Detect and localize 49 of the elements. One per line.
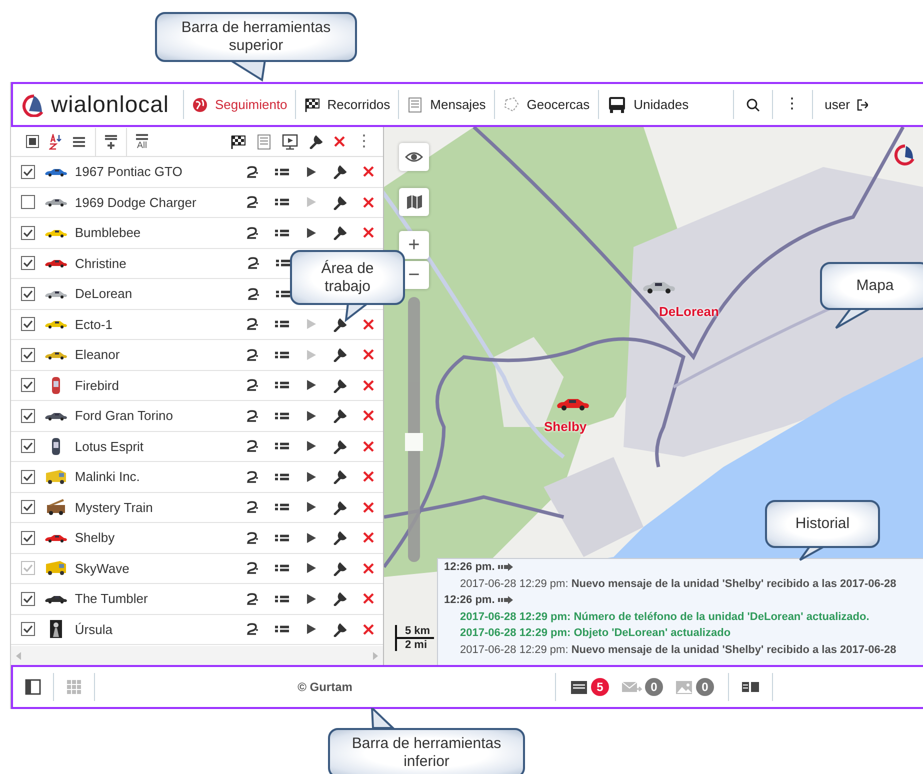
unit-name: Bumblebee [74, 224, 142, 242]
more-button[interactable]: ⋮ [351, 128, 377, 156]
history-entry: 2017-06-28 12:29 pm: Objeto 'DeLorean' actualizado [459, 626, 732, 642]
unit-name: Úrsula [74, 620, 114, 638]
unit-name: Christine [75, 254, 128, 272]
scale-label: 2 mi [405, 639, 428, 651]
show-all-button[interactable]: All [131, 134, 153, 150]
nav-tab[interactable]: Geocercas [494, 84, 598, 125]
unit-label: DeLorean [659, 303, 719, 321]
unit-name: Ecto-1 [74, 316, 114, 334]
unit-name: Mystery Train [74, 498, 154, 517]
count-badge: 5 [591, 678, 609, 696]
annotation-tooltip: Barra de herramientas superior [155, 12, 357, 62]
unit-name: DeLorean [75, 285, 134, 303]
count-badge: 0 [645, 678, 663, 696]
unit-name: Ford Gran Torino [74, 407, 174, 425]
copyright-text: © Gurtam [296, 679, 354, 696]
history-time: 12:26 pm. [444, 592, 923, 609]
unit-name: Lotus Esprit [74, 438, 145, 456]
unit-label: Shelby [544, 418, 587, 436]
unit-name: Firebird [74, 376, 120, 394]
image-counter[interactable]: 0 [669, 678, 720, 696]
history-entry: 2017-06-28 12:29 pm: Número de teléfono de la unidad 'DeLorean' actualizado. [459, 610, 870, 625]
unit-name: Malinki Inc. [74, 468, 141, 486]
unit-name: Shelby [74, 529, 116, 547]
scale-label: 5 km [405, 625, 430, 637]
count-badge: 0 [696, 678, 714, 696]
nav-tab[interactable]: Mensajes [399, 84, 494, 125]
nav-tab[interactable]: Unidades [598, 84, 697, 125]
logo-text: wialonlocal [51, 90, 170, 120]
zoom-in-button[interactable]: + [399, 231, 429, 259]
unit-name: 1969 Dodge Charger [74, 194, 198, 212]
unit-name: 1967 Pontiac GTO [74, 163, 184, 181]
menu-button[interactable]: ⋮ [772, 84, 812, 125]
unit-name: SkyWave [74, 560, 130, 578]
annotation-tooltip: Mapa [820, 262, 923, 310]
annotation-tooltip: Historial [765, 500, 880, 548]
annotation-tooltip: Área de trabajo [290, 250, 405, 305]
unit-name: The Tumbler [74, 590, 149, 608]
annotation-tooltip: Barra de herramientas inferior [328, 728, 525, 774]
unit-name: Eleanor [74, 346, 121, 364]
history-entry: 2017-06-28 12:29 pm: Nuevo mensaje de la unidad 'Shelby' recibido a las 2017-06-28 [459, 576, 898, 592]
notifications-counter[interactable]: 5 [564, 678, 615, 696]
nav-tab[interactable]: Recorridos [296, 84, 398, 125]
mail-counter[interactable]: 0 [615, 678, 669, 696]
user-button[interactable]: user [812, 84, 868, 125]
nav-tab[interactable]: Seguimiento [184, 84, 296, 125]
history-entry: 2017-06-28 12:29 pm: Nuevo mensaje de la unidad 'Shelby' recibido a las 2017-06-28 [459, 642, 898, 658]
history-time: 12:26 pm. [444, 559, 923, 576]
